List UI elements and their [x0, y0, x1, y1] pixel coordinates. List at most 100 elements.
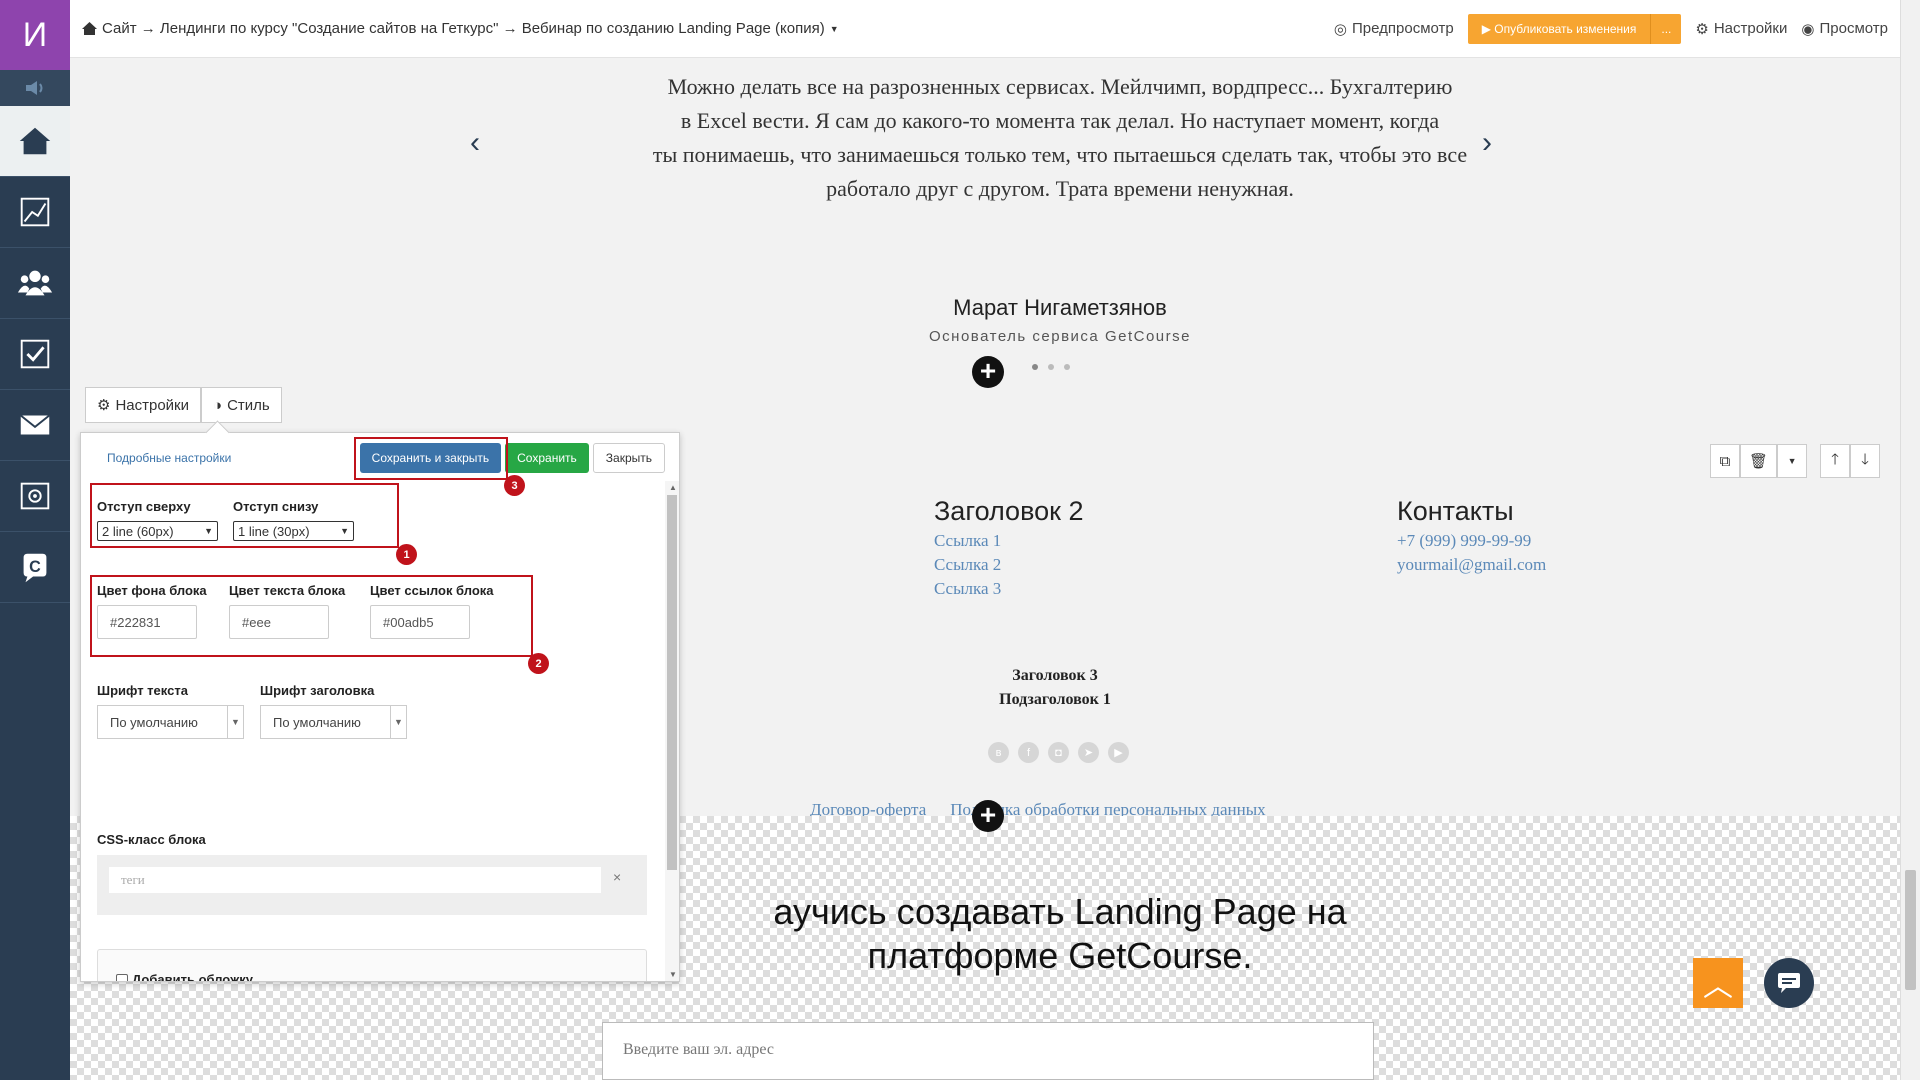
add-cover-checkbox[interactable]: [116, 973, 128, 981]
heading-font-select[interactable]: По умолчанию ▼: [260, 705, 407, 739]
phone-link[interactable]: +7 (999) 999-99-99: [1397, 529, 1546, 553]
sites-icon[interactable]: [0, 461, 70, 532]
promo-heading: аучись создавать Landing Page на платфор…: [670, 890, 1450, 978]
text-font-label: Шрифт текста: [97, 683, 188, 698]
tab-settings[interactable]: ⚙ Настройки: [85, 387, 202, 423]
account-avatar[interactable]: И: [0, 0, 70, 70]
home-icon[interactable]: [0, 106, 70, 177]
sidebar: И C: [0, 0, 70, 1080]
view-link[interactable]: ◉ Просмотр: [1801, 20, 1888, 38]
publish-more-button[interactable]: ...: [1651, 14, 1681, 44]
footer-column-2: Заголовок 2 Ссылка 1 Ссылка 2 Ссылка 3: [934, 496, 1083, 601]
statistics-icon[interactable]: [0, 177, 70, 248]
annotation-box-3: [354, 437, 508, 480]
chevron-down-icon: ▼: [227, 706, 243, 738]
email-link[interactable]: yourmail@gmail.com: [1397, 553, 1546, 577]
users-icon[interactable]: [0, 248, 70, 319]
contrast-icon: ◑: [213, 396, 223, 414]
trash-icon[interactable]: 🗑: [1740, 444, 1778, 478]
save-button[interactable]: Сохранить: [505, 443, 589, 473]
heading-font-label: Шрифт заголовка: [260, 683, 375, 698]
chevron-down-icon[interactable]: ▼: [830, 24, 839, 34]
telegram-icon[interactable]: ➤: [1078, 742, 1099, 763]
scroll-up-button[interactable]: ︿: [1693, 958, 1743, 1008]
footer-column-title: Контакты: [1397, 496, 1514, 526]
footer-contacts: Контакты +7 (999) 999-99-99 yourmail@gma…: [1397, 496, 1546, 577]
footer-link[interactable]: Ссылка 2: [934, 553, 1083, 577]
breadcrumb[interactable]: Сайт → Лендинги по курсу "Создание сайто…: [82, 20, 839, 37]
chat-icon: [1778, 973, 1800, 993]
annotation-box-1: [90, 483, 399, 548]
css-class-label: CSS-класс блока: [97, 832, 206, 847]
annotation-badge-1: 1: [396, 544, 417, 565]
annotation-badge-2: 2: [528, 653, 549, 674]
testimonial-line: в Excel вести. Я сам до какого-то момент…: [680, 108, 1440, 133]
breadcrumb-text[interactable]: Сайт → Лендинги по курсу "Создание сайто…: [102, 20, 825, 37]
chevron-down-icon[interactable]: ▼: [1777, 444, 1808, 478]
heading-font-value: По умолчанию: [273, 714, 361, 730]
css-class-field: теги ×: [97, 855, 647, 915]
youtube-icon[interactable]: ▶: [1108, 742, 1129, 763]
facebook-icon[interactable]: f: [1018, 742, 1039, 763]
page-scrollbar[interactable]: [1900, 0, 1920, 1080]
footer-h3: Заголовок 3: [1012, 667, 1098, 684]
email-input[interactable]: Введите ваш эл. адрес: [602, 1022, 1374, 1080]
advanced-settings-link[interactable]: Подробные настройки: [107, 451, 231, 465]
svg-text:C: C: [29, 558, 41, 576]
copy-icon[interactable]: ⧉: [1710, 444, 1740, 478]
chevron-left-icon[interactable]: ‹: [470, 126, 480, 160]
gear-icon: ⚙: [97, 397, 111, 414]
testimonial-line: ты понимаешь, что занимаешься только тем…: [652, 142, 1468, 167]
testimonial-line: Можно делать все на разрозненных сервиса…: [667, 74, 1453, 99]
publish-button[interactable]: ▶ Опубликовать изменения: [1468, 13, 1652, 44]
annotation-badge-3: 3: [504, 475, 525, 496]
add-block-button[interactable]: +: [972, 800, 1004, 832]
chat-button[interactable]: [1764, 958, 1814, 1008]
carousel-dots[interactable]: [1032, 364, 1070, 370]
promo-line: аучись создавать Landing Page на: [773, 891, 1347, 932]
chevron-up-icon: ︿: [1703, 970, 1733, 1003]
panel-scrollbar[interactable]: ▲ ▼: [665, 481, 679, 981]
instagram-icon[interactable]: ◘: [1048, 742, 1069, 763]
footer-column-title: Заголовок 2: [934, 496, 1084, 526]
promo-line: платформе GetCourse.: [867, 935, 1253, 976]
sound-icon[interactable]: [0, 70, 70, 106]
gear-icon: ⚙: [1695, 20, 1709, 38]
chevron-down-icon: ▼: [390, 706, 406, 738]
annotation-box-2: [90, 575, 533, 657]
footer-link[interactable]: Ссылка 1: [934, 529, 1083, 553]
top-bar: Сайт → Лендинги по курсу "Создание сайто…: [70, 0, 1900, 58]
footer-subheading: Подзаголовок 1: [999, 691, 1111, 708]
testimonial-line: работало друг с другом. Трата времени не…: [826, 176, 1294, 201]
social-icons: в f ◘ ➤ ▶: [988, 742, 1129, 763]
close-button[interactable]: Закрыть: [592, 443, 665, 473]
css-tags-input[interactable]: теги: [109, 867, 601, 893]
preview-link[interactable]: ◎ Предпросмотр: [1334, 20, 1454, 38]
getcourse-icon[interactable]: C: [0, 532, 70, 603]
eye-slash-icon: ◎: [1333, 20, 1347, 38]
footer-heading: Заголовок 3 Подзаголовок 1: [930, 664, 1180, 712]
block-toolbar: ⧉ 🗑 ▼: [1710, 444, 1808, 478]
testimonial-text: Можно делать все на разрозненных сервиса…: [570, 74, 1550, 206]
settings-tabs: ⚙ Настройки ◑ Стиль: [85, 387, 282, 423]
testimonial-role: Основатель сервиса GetCourse: [929, 328, 1191, 345]
vk-icon[interactable]: в: [988, 742, 1009, 763]
footer-link[interactable]: Ссылка 3: [934, 577, 1083, 601]
arrow-up-icon[interactable]: 🡑: [1820, 444, 1850, 478]
cover-section: Добавить обложку: [97, 949, 647, 981]
add-cover-label: Добавить обложку: [132, 972, 254, 981]
add-block-button[interactable]: +: [972, 356, 1004, 388]
tab-style[interactable]: ◑ Стиль: [201, 387, 282, 423]
arrow-down-icon[interactable]: 🡓: [1850, 444, 1880, 478]
testimonial-author: Марат Нигаметзянов: [953, 295, 1167, 320]
block-move-toolbar: 🡑 🡓: [1820, 444, 1880, 478]
settings-link[interactable]: ⚙ Настройки: [1695, 20, 1787, 38]
text-font-select[interactable]: По умолчанию ▼: [97, 705, 244, 739]
publish-button-group: ▶ Опубликовать изменения ...: [1467, 13, 1682, 44]
tasks-icon[interactable]: [0, 319, 70, 390]
mail-icon[interactable]: [0, 390, 70, 461]
panel-body: Отступ сверху 2 line (60px) ▼ Отступ сни…: [81, 481, 665, 981]
eye-icon: ◉: [1801, 20, 1815, 38]
clear-tags-icon[interactable]: ×: [613, 869, 621, 885]
home-breadcrumb-icon: [82, 22, 97, 35]
